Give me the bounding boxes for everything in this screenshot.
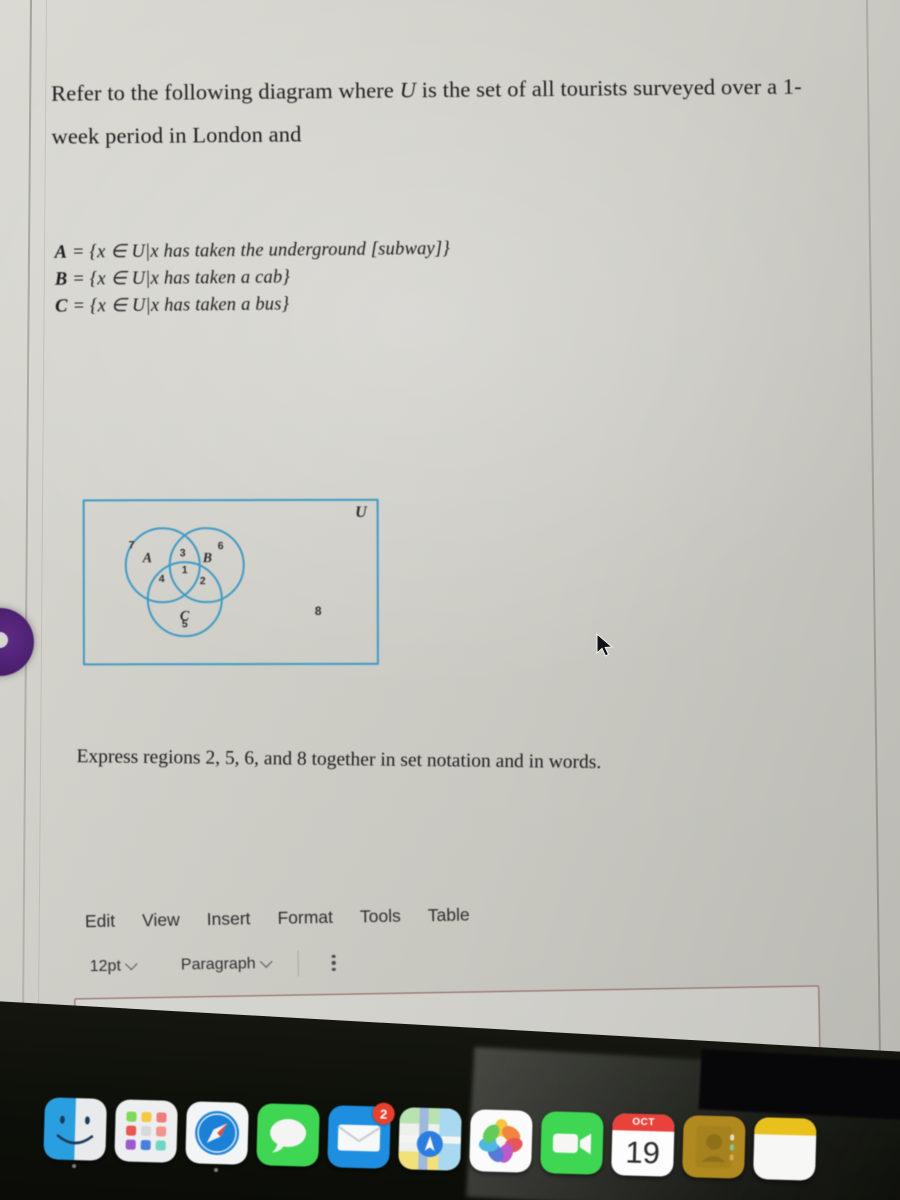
set-definitions: A = {x ∈ U|x has taken the underground […	[54, 236, 451, 321]
dock-item-facetime[interactable]	[540, 1111, 604, 1175]
arrow-pointer-icon	[595, 632, 615, 664]
menu-item-insert[interactable]: Insert	[207, 908, 251, 930]
contacts-icon	[682, 1115, 746, 1179]
mail-unread-badge: 2	[372, 1102, 395, 1125]
calendar-day: 19	[624, 1133, 661, 1170]
dock-item-messages[interactable]	[256, 1103, 320, 1167]
dock-item-calendar[interactable]: OCT 19	[611, 1113, 675, 1177]
running-indicator	[72, 1164, 77, 1169]
launchpad-icon	[114, 1099, 178, 1163]
notes-icon	[753, 1117, 817, 1181]
prompt-line-1: Refer to the following diagram where U i…	[51, 63, 900, 114]
set-definition-b: B = {x ∈ U|x has taken a cab}	[55, 263, 451, 294]
prompt-line-1-c: is the set of all tourists surveyed over…	[415, 73, 802, 103]
toolbar-divider	[297, 950, 300, 977]
prompt-universe-symbol: U	[399, 77, 417, 103]
menu-item-view[interactable]: View	[142, 910, 180, 932]
finder-icon	[43, 1097, 107, 1161]
calendar-month: OCT	[612, 1113, 675, 1132]
dock-item-photos[interactable]	[469, 1109, 533, 1173]
dock-item-maps[interactable]	[398, 1107, 462, 1171]
calendar-icon: OCT 19	[611, 1113, 675, 1177]
venn-region-a-and-b: 3	[179, 547, 186, 560]
dock-item-mail[interactable]: 2	[327, 1102, 395, 1169]
dock-item-launchpad[interactable]	[114, 1099, 178, 1163]
set-definition-a: A = {x ∈ U|x has taken the underground […	[54, 236, 451, 267]
dock-item-notes[interactable]	[753, 1117, 817, 1181]
venn-region-c-only: 5	[181, 618, 188, 631]
set-c-name: C	[55, 296, 68, 317]
question-text: Express regions 2, 5, 6, and 8 together …	[76, 746, 602, 774]
chevron-down-icon	[124, 957, 138, 970]
editor-toolbar: 12pt Paragraph	[90, 950, 342, 980]
venn-region-a-only: 7	[128, 539, 135, 552]
prompt-line-2: week period in London and	[51, 121, 302, 149]
menu-item-edit[interactable]: Edit	[85, 911, 116, 933]
venn-region-b-and-c: 2	[199, 575, 206, 588]
font-size-dropdown[interactable]: 12pt	[89, 957, 138, 976]
dock-item-safari[interactable]	[185, 1101, 249, 1173]
venn-universe-label: U	[355, 503, 367, 521]
dock-item-contacts[interactable]	[682, 1115, 746, 1179]
font-size-value: 12pt	[89, 957, 122, 976]
set-a-name: A	[54, 242, 68, 263]
set-b-body: = {x ∈ U|x has taken a cab}	[72, 267, 291, 290]
menu-item-tools[interactable]: Tools	[360, 906, 401, 928]
prompt-paragraph: Refer to the following diagram where U i…	[51, 63, 900, 157]
venn-label-b: B	[202, 551, 213, 567]
safari-icon	[185, 1101, 249, 1165]
set-c-body: = {x ∈ U|x has taken a bus}	[72, 294, 290, 317]
chevron-down-icon	[259, 954, 273, 968]
menu-item-table[interactable]: Table	[428, 905, 470, 927]
set-definition-c: C = {x ∈ U|x has taken a bus}	[55, 290, 451, 321]
photos-icon	[469, 1109, 533, 1173]
messages-icon	[256, 1103, 320, 1167]
facetime-icon	[540, 1111, 604, 1175]
venn-diagram: U A B C 7 3 6 4 1 2 5 8	[82, 498, 379, 666]
more-options-icon[interactable]	[326, 954, 342, 972]
maps-icon	[398, 1107, 462, 1171]
set-a-body: = {x ∈ U|x has taken the underground [su…	[71, 238, 451, 263]
prompt-line-1-a: Refer to the following diagram where	[50, 77, 400, 106]
editor-menubar: Edit View Insert Format Tools Table	[85, 905, 470, 933]
venn-region-b-only: 6	[217, 540, 224, 553]
venn-region-outside: 8	[314, 603, 322, 618]
block-format-dropdown[interactable]: Paragraph	[180, 954, 273, 975]
venn-label-a: A	[142, 551, 153, 567]
set-b-name: B	[54, 269, 68, 290]
photographed-screen: Refer to the following diagram where U i…	[0, 0, 900, 1200]
dock-item-finder[interactable]	[43, 1097, 107, 1169]
venn-region-a-b-c: 1	[181, 564, 188, 577]
block-format-value: Paragraph	[180, 955, 256, 974]
menu-item-format[interactable]: Format	[277, 907, 333, 929]
venn-region-a-and-c: 4	[158, 573, 165, 586]
